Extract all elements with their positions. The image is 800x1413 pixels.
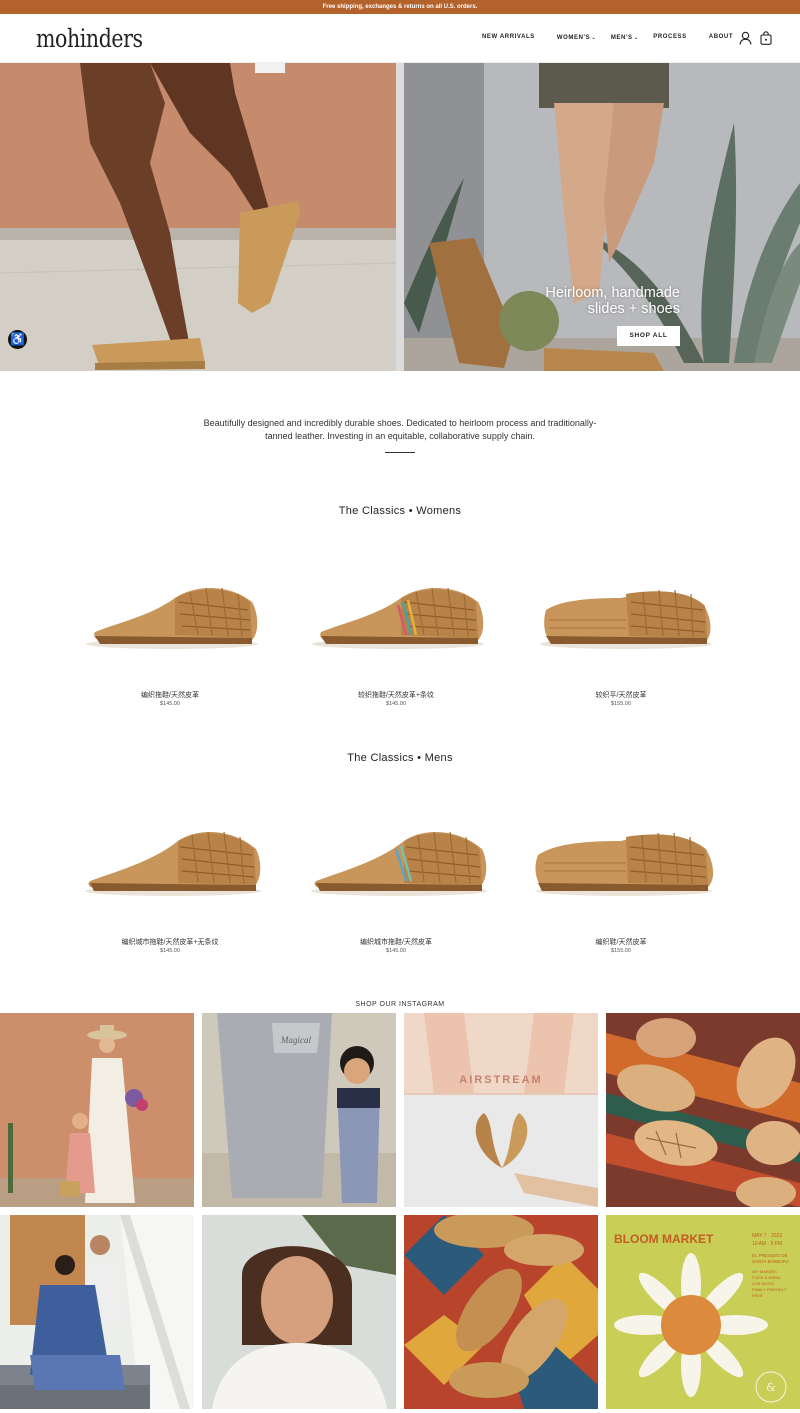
nav-process[interactable]: PROCESS: [653, 34, 687, 41]
instagram-photo-portrait: [202, 1215, 396, 1409]
product-card[interactable]: 较织拖鞋/天然皮革+条纹 $145.00: [296, 580, 496, 710]
instagram-photo-airstream: AIRSTREAM: [404, 1013, 598, 1207]
hero-heading-line1: Heirloom, handmade: [545, 285, 680, 301]
instagram-photo-slides-on-rug: [606, 1013, 800, 1207]
poster-venue-line2: SANTA BARBARA: [752, 1259, 789, 1264]
product-image: [86, 587, 258, 649]
user-icon[interactable]: [739, 31, 752, 45]
product-price: $155.00: [611, 701, 631, 707]
svg-text:Magical: Magical: [280, 1035, 311, 1045]
product-name[interactable]: 较织平/天然皮革: [521, 690, 721, 700]
product-name[interactable]: 编织城市拖鞋/天然皮革+无条纹: [70, 937, 270, 947]
shop-all-button[interactable]: SHOP ALL: [617, 326, 680, 346]
brand-logo[interactable]: mohinders: [36, 24, 143, 53]
product-name[interactable]: 编织鞋/天然皮革: [521, 937, 721, 947]
poster-line: FOOD & DRINK: [752, 1275, 781, 1280]
instagram-photo-overalls: Magical: [202, 1013, 396, 1207]
airstream-sign: AIRSTREAM: [459, 1074, 542, 1086]
product-image: [310, 831, 487, 896]
hero-image-left[interactable]: [0, 63, 396, 371]
announcement-bar: Free shipping, exchanges & returns on al…: [0, 0, 800, 14]
product-name[interactable]: 编织城市拖鞋/天然皮革: [296, 937, 496, 947]
product-card[interactable]: 较织平/天然皮革 $155.00: [521, 580, 721, 710]
product-card[interactable]: 编织拖鞋/天然皮革 $145.00: [70, 580, 270, 710]
womens-section-title: The Classics • Womens: [338, 505, 462, 517]
product-card[interactable]: 编织城市拖鞋/天然皮革+无条纹 $145.00: [70, 825, 270, 960]
poster-date: MAY 7 · 2022: [752, 1233, 782, 1239]
bag-icon[interactable]: [760, 31, 772, 45]
product-image: [540, 589, 711, 649]
instagram-photo-couple-stairs: [0, 1215, 194, 1409]
hero-heading: Heirloom, handmade slides + shoes: [500, 285, 680, 317]
svg-text:&: &: [766, 1381, 776, 1394]
poster-line: FREE: [752, 1293, 763, 1298]
instagram-tile[interactable]: BLOOM MARKET MAY 7 · 2022 10 AM - 5 PM E…: [606, 1215, 800, 1409]
mens-section-title: The Classics • Mens: [347, 752, 453, 764]
hero-photo-agave: [404, 63, 800, 371]
product-card[interactable]: 编织鞋/天然皮革 $155.00: [521, 825, 721, 960]
product-price: $145.00: [160, 948, 180, 954]
instagram-photo-mother-daughter: [0, 1013, 194, 1207]
intro-text: Beautifully designed and incredibly dura…: [203, 418, 597, 441]
instagram-tile[interactable]: AIRSTREAM: [404, 1013, 598, 1207]
product-price: $155.00: [611, 948, 631, 954]
hero-image-right[interactable]: [404, 63, 800, 371]
product-image: [312, 587, 484, 649]
product-name[interactable]: 编织拖鞋/天然皮革: [70, 690, 270, 700]
poster-line: LIVE MUSIC: [752, 1281, 775, 1286]
product-image: [84, 831, 261, 896]
product-price: $145.00: [386, 948, 406, 954]
instagram-tile[interactable]: [404, 1215, 598, 1409]
site-header: mohinders NEW ARRIVALS WOMEN'S⌄ MEN'S⌄ P…: [0, 14, 800, 63]
accessibility-icon[interactable]: ♿: [8, 330, 27, 349]
instagram-tile[interactable]: Magical: [202, 1013, 396, 1207]
intro-divider: [385, 452, 415, 453]
nav-mens[interactable]: MEN'S⌄: [611, 34, 639, 41]
hero-heading-line2: slides + shoes: [587, 301, 680, 317]
nav-womens[interactable]: WOMEN'S⌄: [557, 34, 597, 41]
bloom-market-poster: BLOOM MARKET MAY 7 · 2022 10 AM - 5 PM E…: [606, 1215, 800, 1409]
nav-about[interactable]: ABOUT: [709, 34, 733, 41]
poster-line: 40+ MAKERS: [752, 1269, 777, 1274]
instagram-tile[interactable]: [606, 1013, 800, 1207]
product-price: $145.00: [160, 701, 180, 707]
product-image: [535, 832, 714, 896]
instagram-photo-slides-kilim: [404, 1215, 598, 1409]
instagram-tile[interactable]: [0, 1215, 194, 1409]
poster-time: 10 AM - 5 PM: [752, 1241, 782, 1247]
hero-photo-walking: [0, 63, 396, 371]
chevron-down-icon: ⌄: [591, 35, 597, 41]
chevron-down-icon: ⌄: [633, 35, 640, 41]
nav-new-arrivals[interactable]: NEW ARRIVALS: [482, 34, 535, 41]
poster-title: BLOOM MARKET: [614, 1232, 714, 1246]
instagram-tile[interactable]: [0, 1013, 194, 1207]
hero-divider: [396, 63, 404, 371]
product-price: $145.00: [386, 701, 406, 707]
instagram-tile[interactable]: [202, 1215, 396, 1409]
poster-venue-line1: EL PRESIDIO DE: [752, 1253, 788, 1258]
poster-line: FAMILY FRIENDLY: [752, 1287, 787, 1292]
product-name[interactable]: 较织拖鞋/天然皮革+条纹: [296, 690, 496, 700]
instagram-title: SHOP OUR INSTAGRAM: [355, 1001, 445, 1008]
main-nav: NEW ARRIVALS WOMEN'S⌄ MEN'S⌄ PROCESS ABO…: [482, 34, 733, 41]
product-card[interactable]: 编织城市拖鞋/天然皮革 $145.00: [296, 825, 496, 960]
